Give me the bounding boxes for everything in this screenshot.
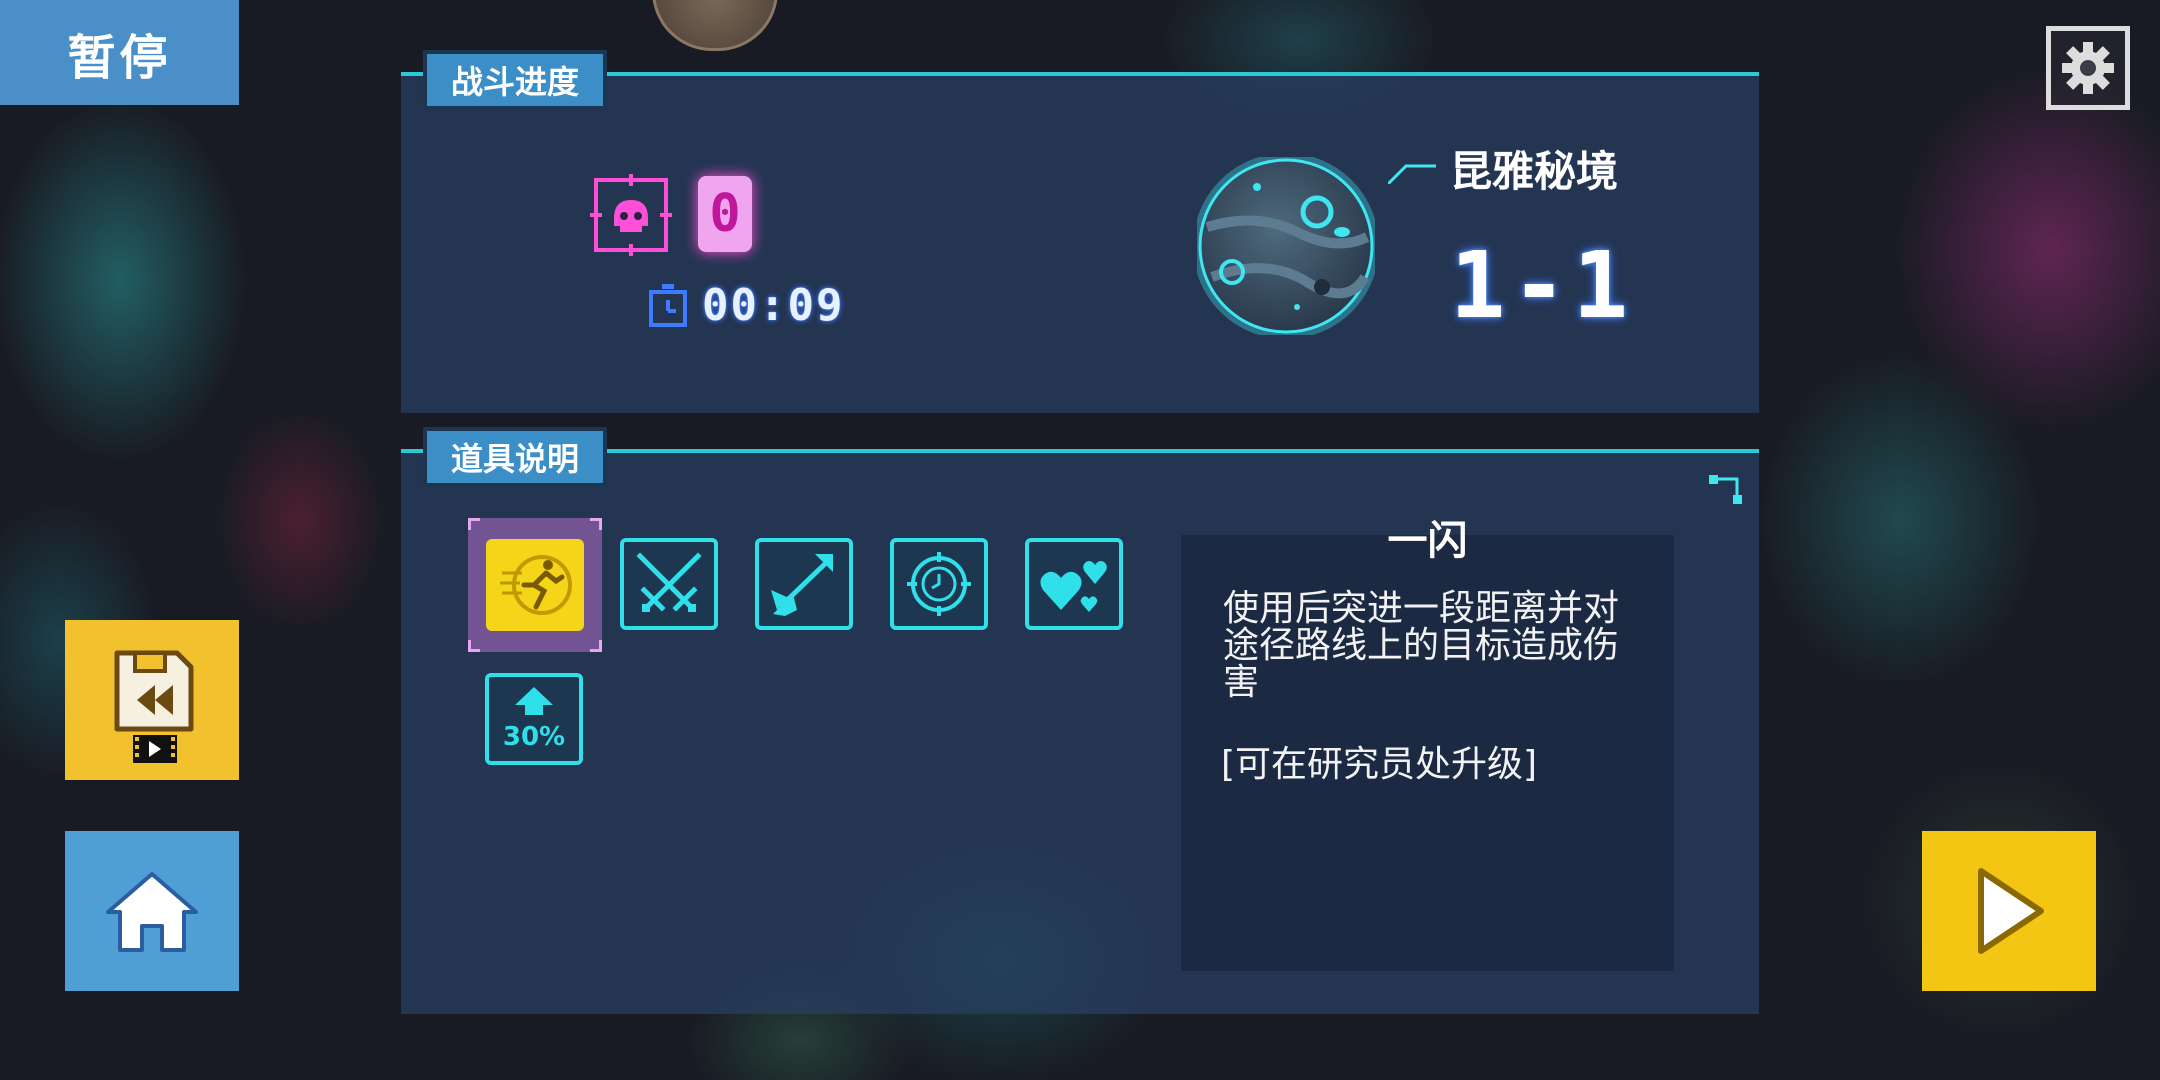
kill-count: 0: [698, 176, 752, 252]
boost-label: 30%: [503, 722, 565, 752]
item-crossed-swords[interactable]: [620, 538, 718, 630]
item-boost-30[interactable]: 30%: [485, 673, 583, 765]
gear-icon: [2062, 42, 2114, 94]
item-dash: [486, 539, 584, 631]
boost-30-icon: 30%: [503, 687, 565, 752]
battle-timer: 00:09: [702, 280, 845, 331]
battle-progress-title: 战斗进度: [427, 54, 604, 106]
item-hearts[interactable]: [1025, 538, 1123, 630]
items-panel-title: 道具说明: [427, 431, 604, 483]
stage-pointer-line: [1388, 164, 1436, 184]
item-description-title: 一闪: [1387, 518, 1468, 564]
resume-button[interactable]: [1922, 831, 2096, 991]
item-description-body: 使用后突进一段距离并对途径路线上的目标造成伤害: [1223, 588, 1620, 703]
item-target-clock[interactable]: [890, 538, 988, 630]
home-button[interactable]: [65, 831, 239, 991]
rewind-save-button[interactable]: [65, 620, 239, 780]
crossed-swords-icon: [636, 552, 702, 612]
play-icon: [1978, 868, 2044, 954]
pause-label: 暂停: [0, 0, 239, 105]
target-clock-icon: [907, 552, 971, 616]
home-icon: [106, 872, 198, 952]
stage-number: 1-1: [1450, 232, 1635, 339]
stage-name: 昆雅秘境: [1450, 147, 1619, 196]
skull-target-icon: [590, 174, 672, 256]
planet-icon: [1197, 157, 1375, 335]
settings-button[interactable]: [2046, 26, 2130, 110]
piercing-arrow-icon: [771, 554, 833, 616]
item-slot-dash[interactable]: [468, 518, 602, 652]
item-description-note: [可在研究员处升级]: [1221, 744, 1538, 785]
expand-corner-icon: [1709, 475, 1742, 504]
item-piercing-arrow[interactable]: [755, 538, 853, 630]
dash-runner-icon: [500, 555, 572, 615]
stopwatch-icon: [649, 284, 687, 327]
hearts-icon: [1040, 561, 1107, 612]
rewind-save-video-icon: [114, 650, 194, 763]
